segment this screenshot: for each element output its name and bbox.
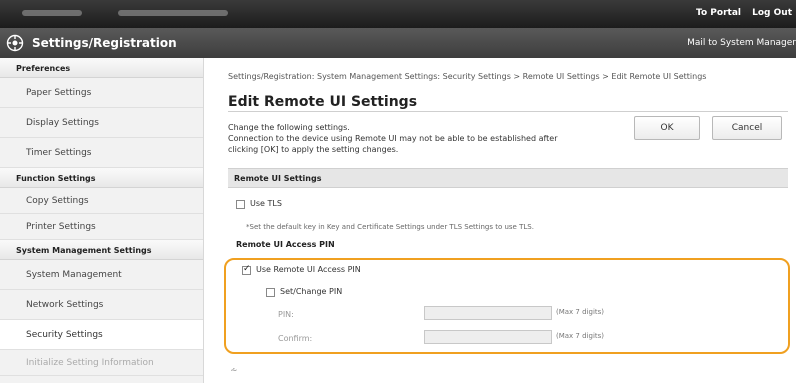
set-change-pin-checkbox[interactable] [266,288,275,297]
use-tls-checkbox[interactable] [236,200,245,209]
mail-to-system-manager-link[interactable]: Mail to System Manager [687,38,796,48]
tls-note: *Set the default key in Key and Certific… [246,223,534,231]
top-links: To Portal Log Out [688,8,792,18]
breadcrumb: Settings/Registration: System Management… [228,72,707,81]
sidebar-item-network-settings[interactable]: Network Settings [0,290,203,320]
description-line: clicking [OK] to apply the setting chang… [228,145,399,154]
section-header-remote-ui-settings: Remote UI Settings [228,168,788,188]
top-bar: To Portal Log Out [0,0,796,28]
description: Change the following settings. Connectio… [228,122,628,155]
sidebar-item-display-settings[interactable]: Display Settings [0,108,203,138]
confirm-pin-input[interactable] [424,330,552,344]
sidebar-item-paper-settings[interactable]: Paper Settings [0,78,203,108]
blurred-text [22,10,82,16]
confirm-max-note: (Max 7 digits) [556,332,605,340]
use-tls-label: Use TLS [250,199,282,208]
sidebar-item-initialize-setting-information[interactable]: Initialize Setting Information [0,350,203,376]
page-title: Edit Remote UI Settings [228,94,418,110]
main-content: Settings/Registration: System Management… [212,58,796,383]
app-title: Settings/Registration [32,36,177,50]
sidebar-heading-preferences: Preferences [0,58,203,78]
remote-ui-access-pin-heading: Remote UI Access PIN [236,240,335,249]
sidebar: Preferences Paper Settings Display Setti… [0,58,204,383]
sidebar-item-printer-settings[interactable]: Printer Settings [0,214,203,240]
logout-link[interactable]: Log Out [752,8,792,18]
blurred-text [118,10,228,16]
pin-max-note: (Max 7 digits) [556,308,605,316]
sidebar-heading-system-management-settings: System Management Settings [0,240,203,260]
description-line: Connection to the device using Remote UI… [228,134,558,143]
title-bar: Settings/Registration Mail to System Man… [0,28,796,58]
scroll-to-top-icon[interactable]: ⩪ [230,366,238,376]
sidebar-item-copy-settings[interactable]: Copy Settings [0,188,203,214]
use-remote-ui-access-pin-label: Use Remote UI Access PIN [256,265,361,274]
to-portal-link[interactable]: To Portal [696,8,741,18]
sidebar-heading-function-settings: Function Settings [0,168,203,188]
sidebar-item-timer-settings[interactable]: Timer Settings [0,138,203,168]
description-line: Change the following settings. [228,123,350,132]
pin-label: PIN: [278,310,294,319]
divider [228,111,788,112]
confirm-label: Confirm: [278,334,313,343]
pin-input[interactable] [424,306,552,320]
sidebar-item-security-settings[interactable]: Security Settings [0,320,203,350]
cancel-button[interactable]: Cancel [712,116,782,140]
ok-button[interactable]: OK [634,116,700,140]
sidebar-item-system-management[interactable]: System Management [0,260,203,290]
use-remote-ui-access-pin-checkbox[interactable] [242,264,251,275]
set-change-pin-label: Set/Change PIN [280,287,343,296]
settings-logo-icon [6,34,24,52]
